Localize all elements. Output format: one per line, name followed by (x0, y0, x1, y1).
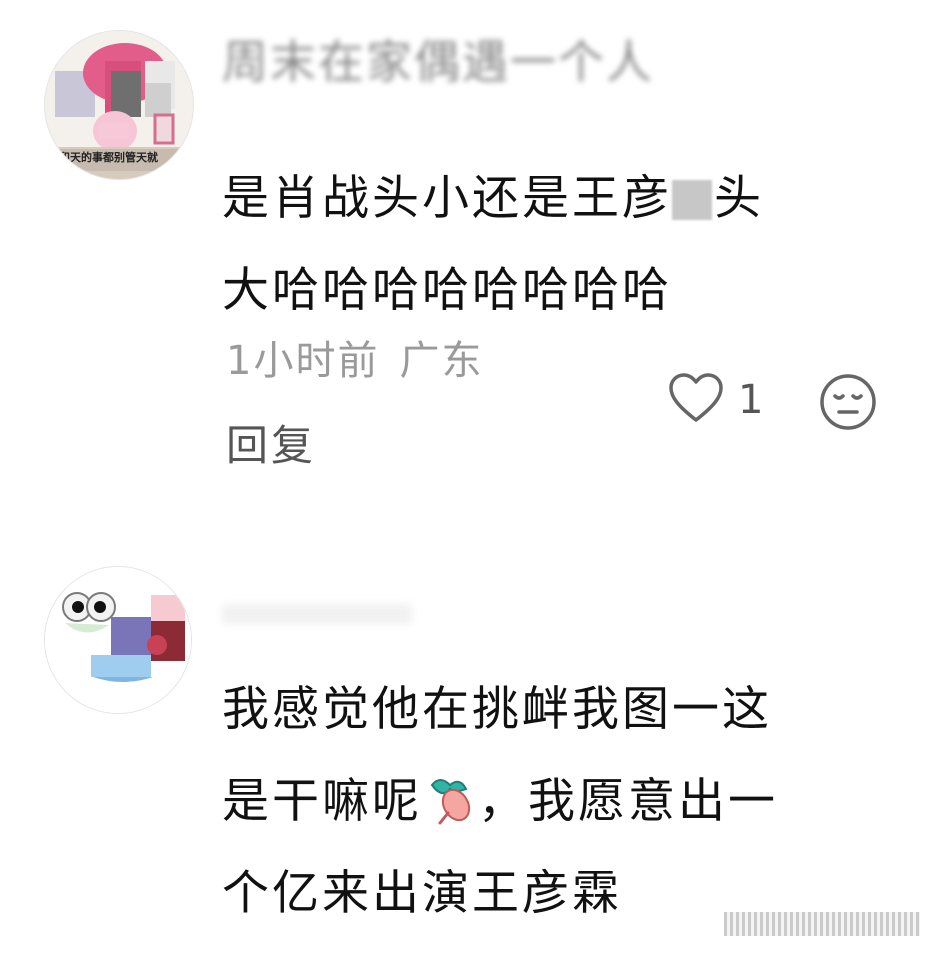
avatar-image (45, 567, 191, 713)
username[interactable]: 周末在家偶遇一个人 (222, 34, 654, 90)
like-count: 1 (738, 377, 764, 423)
watermark (724, 912, 920, 936)
comment-line: 我感觉他在挑衅我图一这 (222, 682, 772, 737)
comment-text: 我感觉他在挑衅我图一这 是干嘛呢 ，我愿意出一 个亿来出演王彦霖 (222, 664, 912, 940)
comment-line: 是干嘛呢 ，我愿意出一 (222, 756, 912, 848)
reply-button[interactable]: 回复 (226, 412, 316, 473)
comment-item: 我感觉他在挑衅我图一这 是干嘛呢 ，我愿意出一 个亿来出演王彦霖 (0, 540, 941, 956)
dislike-button[interactable] (818, 372, 878, 436)
avatar-caption: 和天的事都别管天就 (59, 151, 158, 164)
comment-location: 广东 (399, 338, 484, 384)
neutral-face-icon (818, 374, 878, 436)
comment-text: 是肖战头小还是王彦霖头 大哈哈哈哈哈哈哈哈 (222, 122, 912, 337)
comment-meta: 1小时前 广东 (226, 328, 483, 386)
comment-line: 大哈哈哈哈哈哈哈哈 (222, 263, 672, 318)
heart-outline-icon (668, 372, 724, 428)
comment-line: 是肖战头小还是王彦霖头 (222, 171, 764, 226)
comment-item: 和天的事都别管天就 周末在家偶遇一个人 是肖战头小还是王彦霖头 大哈哈哈哈哈哈哈… (0, 0, 941, 520)
avatar[interactable]: 和天的事都别管天就 (44, 30, 194, 180)
redaction-block (672, 180, 712, 220)
like-button[interactable]: 1 (668, 370, 763, 430)
lollipop-emoji-icon (422, 766, 478, 825)
comment-time: 1小时前 (226, 338, 380, 384)
username[interactable] (222, 604, 412, 624)
avatar[interactable] (44, 566, 192, 714)
